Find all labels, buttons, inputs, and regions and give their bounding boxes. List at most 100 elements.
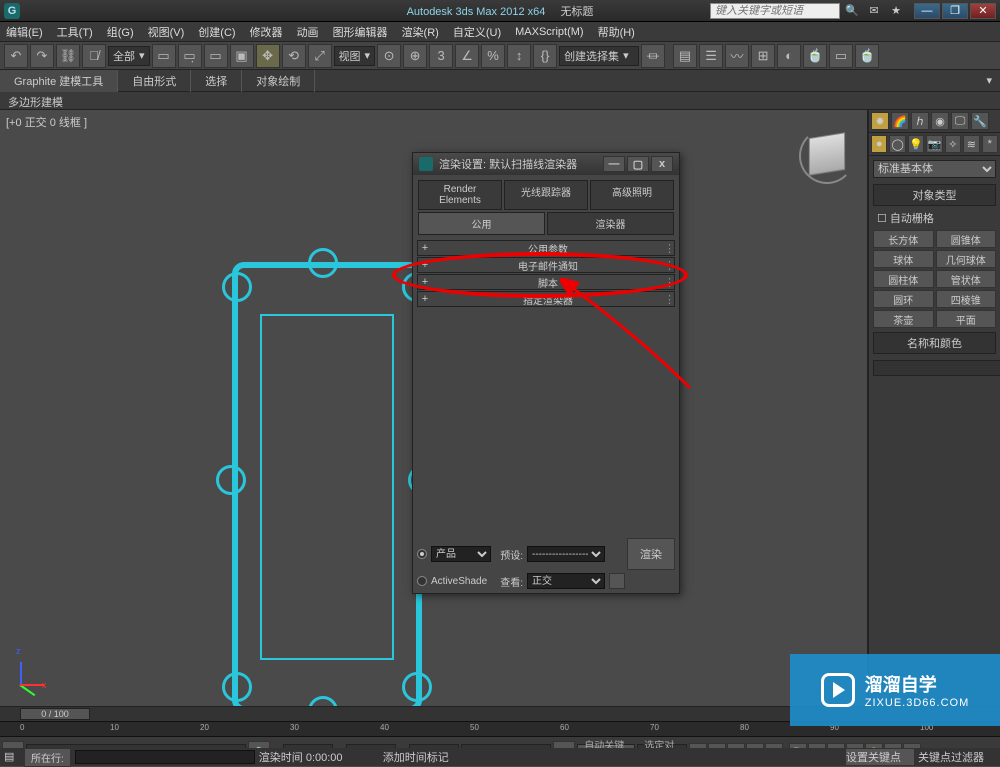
edit-named-sel-icon[interactable]: {}	[533, 44, 557, 68]
shapes-icon[interactable]: ◯	[889, 135, 905, 153]
setkey-button[interactable]: 设置关键点	[846, 749, 914, 765]
create-tab-icon[interactable]: ✸	[871, 112, 889, 130]
dialog-close-button[interactable]: x	[651, 156, 673, 172]
btn-cone[interactable]: 圆锥体	[936, 230, 997, 248]
spacewarps-icon[interactable]: ≋	[963, 135, 979, 153]
menu-customize[interactable]: 自定义(U)	[453, 24, 501, 40]
hierarchy-tab-icon[interactable]: ℎ	[911, 112, 929, 130]
btn-torus[interactable]: 圆环	[873, 290, 934, 308]
ribbon-expand-icon[interactable]: ▾	[978, 74, 1000, 87]
window-crossing-icon[interactable]: ▣	[230, 44, 254, 68]
radio-activeshade[interactable]	[417, 576, 427, 586]
undo-icon[interactable]: ↶	[4, 44, 28, 68]
minimize-button[interactable]: —	[914, 3, 940, 19]
view-dropdown[interactable]: 正交	[527, 573, 605, 589]
percent-snap-icon[interactable]: %	[481, 44, 505, 68]
tab-advanced-lighting[interactable]: 高级照明	[590, 180, 674, 210]
ribbon-tab-graphite[interactable]: Graphite 建模工具	[0, 70, 118, 92]
render-setup-icon[interactable]: 🍵	[803, 44, 827, 68]
select-name-icon[interactable]: ▭̣	[178, 44, 202, 68]
btn-plane[interactable]: 平面	[936, 310, 997, 328]
schematic-icon[interactable]: ⊞	[751, 44, 775, 68]
btn-sphere[interactable]: 球体	[873, 250, 934, 268]
selection-filter-combo[interactable]: 全部▾	[108, 46, 150, 66]
curve-editor-icon[interactable]: 〰	[725, 44, 749, 68]
select-move-icon[interactable]: ✥	[256, 44, 280, 68]
refcoord-combo[interactable]: 视图▾	[334, 46, 376, 66]
ribbon-tab-freeform[interactable]: 自由形式	[118, 70, 191, 92]
ribbon-tab-selection[interactable]: 选择	[191, 70, 242, 92]
btn-teapot[interactable]: 茶壶	[873, 310, 934, 328]
btn-pyramid[interactable]: 四棱锥	[936, 290, 997, 308]
help-search-input[interactable]	[710, 3, 840, 19]
menu-grapheditors[interactable]: 图形编辑器	[333, 24, 388, 40]
rollout-common-params[interactable]: +公用参数⋮	[417, 240, 675, 256]
menu-tools[interactable]: 工具(T)	[57, 24, 93, 40]
select-rotate-icon[interactable]: ⟲	[282, 44, 306, 68]
rendered-frame-icon[interactable]: ▭	[829, 44, 853, 68]
radio-production[interactable]	[417, 549, 427, 559]
menu-help[interactable]: 帮助(H)	[598, 24, 635, 40]
cameras-icon[interactable]: 📷	[926, 135, 942, 153]
tab-renderer[interactable]: 渲染器	[547, 212, 674, 235]
tab-raytracer[interactable]: 光线跟踪器	[504, 180, 588, 210]
redo-icon[interactable]: ↷	[30, 44, 54, 68]
helpers-icon[interactable]: ✧	[945, 135, 961, 153]
manipulate-icon[interactable]: ⊕	[403, 44, 427, 68]
systems-icon[interactable]: *	[982, 135, 998, 153]
add-time-tag[interactable]: 添加时间标记	[383, 749, 473, 765]
btn-cylinder[interactable]: 圆柱体	[873, 270, 934, 288]
spinner-snap-icon[interactable]: ↕	[507, 44, 531, 68]
tab-render-elements[interactable]: Render Elements	[418, 180, 502, 210]
lights-icon[interactable]: 💡	[908, 135, 924, 153]
render-button[interactable]: 渲染	[627, 538, 675, 570]
listener-icon[interactable]: ▤	[4, 750, 20, 764]
pivot-icon[interactable]: ⊙	[377, 44, 401, 68]
lock-view-icon[interactable]	[609, 573, 625, 589]
mirror-icon[interactable]: ⏛	[641, 44, 665, 68]
render-production-icon[interactable]: 🍵	[855, 44, 879, 68]
menu-animation[interactable]: 动画	[297, 24, 319, 40]
comm-center-icon[interactable]: ✉	[864, 3, 884, 19]
favorites-icon[interactable]: ★	[886, 3, 906, 19]
restore-button[interactable]: ❐	[942, 3, 968, 19]
btn-geosphere[interactable]: 几何球体	[936, 250, 997, 268]
viewport-label[interactable]: [+0 正交 0 线框 ]	[6, 114, 87, 130]
angle-snap-icon[interactable]: ∠	[455, 44, 479, 68]
rollout-email-notify[interactable]: +电子邮件通知⋮	[417, 257, 675, 273]
minilistener-input[interactable]	[75, 750, 255, 764]
app-icon[interactable]: G	[4, 3, 20, 19]
object-name-input[interactable]	[873, 360, 1000, 376]
btn-tube[interactable]: 管状体	[936, 270, 997, 288]
rollout-scripts[interactable]: +脚本⋮	[417, 274, 675, 290]
geometry-type-dropdown[interactable]: 标准基本体	[873, 160, 996, 178]
motion-tab-icon[interactable]: ◉	[931, 112, 949, 130]
menu-edit[interactable]: 编辑(E)	[6, 24, 43, 40]
close-button[interactable]: ✕	[970, 3, 996, 19]
menu-rendering[interactable]: 渲染(R)	[402, 24, 439, 40]
display-tab-icon[interactable]: 🖵	[951, 112, 969, 130]
material-editor-icon[interactable]: ◐	[777, 44, 801, 68]
viewcube[interactable]	[803, 132, 851, 180]
preset-dropdown[interactable]: -----------------------------	[527, 546, 605, 562]
rollout-object-type[interactable]: 对象类型	[873, 184, 996, 206]
dialog-minimize-button[interactable]: —	[603, 156, 625, 172]
time-slider-handle[interactable]: 0 / 100	[20, 708, 90, 720]
menu-create[interactable]: 创建(C)	[198, 24, 235, 40]
menu-views[interactable]: 视图(V)	[148, 24, 185, 40]
menu-group[interactable]: 组(G)	[107, 24, 134, 40]
link-icon[interactable]: ⛓	[56, 44, 80, 68]
select-object-icon[interactable]: ▭	[152, 44, 176, 68]
select-scale-icon[interactable]: ⤢	[308, 44, 332, 68]
snap-toggle-icon[interactable]: 3	[429, 44, 453, 68]
rollout-name-color[interactable]: 名称和颜色	[873, 332, 996, 354]
menu-maxscript[interactable]: MAXScript(M)	[515, 26, 583, 38]
unlink-icon[interactable]: ⛓̸	[82, 44, 106, 68]
target-dropdown[interactable]: 产品	[431, 546, 491, 562]
geometry-icon[interactable]: ●	[871, 135, 887, 153]
btn-box[interactable]: 长方体	[873, 230, 934, 248]
modify-tab-icon[interactable]: 🌈	[891, 112, 909, 130]
select-region-icon[interactable]: ▭	[204, 44, 228, 68]
named-selset-combo[interactable]: 创建选择集▾	[559, 46, 639, 66]
keyfilter-button[interactable]: 关键点过滤器	[918, 749, 996, 765]
